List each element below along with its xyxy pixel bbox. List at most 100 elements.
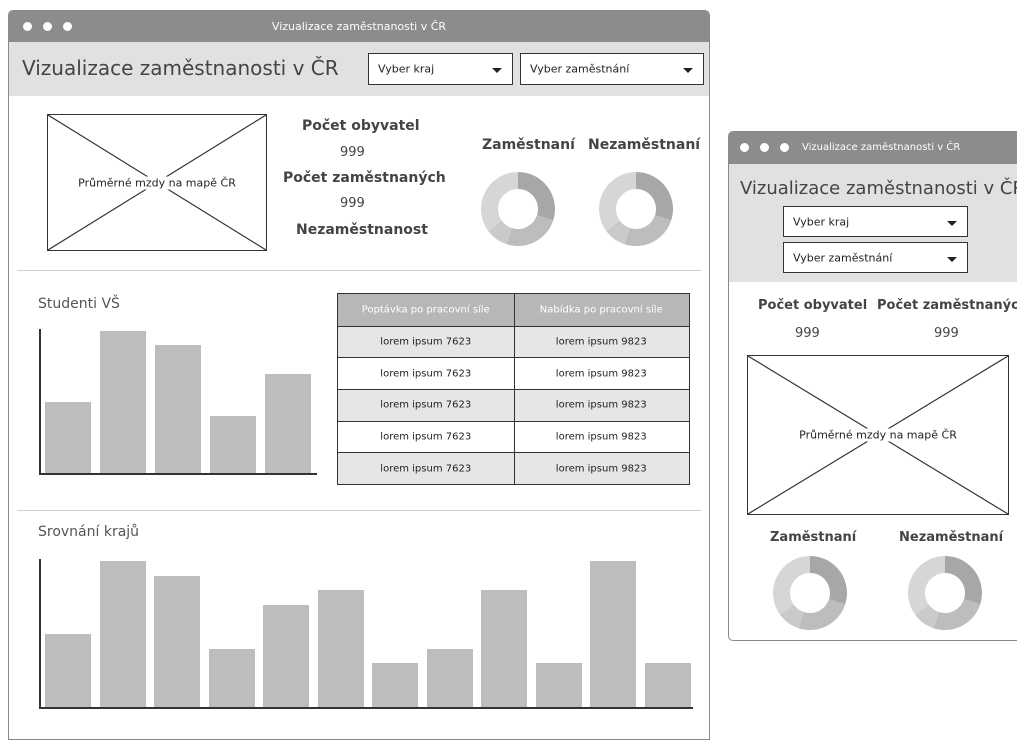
chevron-down-icon [947, 256, 957, 262]
chart-bar[interactable] [154, 575, 200, 707]
table-cell-text: lorem ipsum 9823 [555, 336, 647, 348]
wage-map-placeholder[interactable]: Průměrné mzdy na mapě ČR [747, 355, 1009, 515]
chart-bar[interactable] [155, 345, 201, 473]
wage-map-placeholder[interactable]: Průměrné mzdy na mapě ČR [47, 114, 267, 251]
donut-segment[interactable] [506, 215, 554, 246]
chart-bar[interactable] [535, 663, 582, 707]
donut-segment[interactable] [908, 556, 945, 615]
regions-bar-chart [39, 559, 693, 709]
table-cell: lorem ipsum 7623 [338, 325, 514, 358]
chart-bar[interactable] [99, 561, 146, 707]
chart-bar[interactable] [481, 590, 527, 707]
chart-bar[interactable] [590, 561, 636, 707]
window-title: Vizualizace zaměstnanosti v ČR [271, 20, 447, 33]
employed-value: 999 [340, 196, 365, 211]
donut-segment[interactable] [945, 556, 982, 605]
occupation-select-value: Vyber zaměstnání [530, 62, 630, 76]
table-cell-text: lorem ipsum 7623 [380, 368, 472, 380]
table-cell: lorem ipsum 7623 [338, 452, 514, 484]
table-cell-text: lorem ipsum 9823 [555, 399, 647, 411]
chart-bar[interactable] [208, 648, 255, 707]
table-cell: lorem ipsum 9823 [513, 357, 689, 389]
region-select-value: Vyber kraj [793, 215, 850, 228]
x-axis [39, 707, 693, 709]
desktop-window: Vizualizace zaměstnanosti v ČR Vizualiza… [8, 10, 710, 740]
donut-employed-label: Zaměstnaní [770, 530, 857, 545]
donut-chart-unemployed [599, 172, 673, 246]
chart-bar[interactable] [263, 604, 309, 707]
chart-bar[interactable] [45, 402, 91, 473]
region-select[interactable]: Vyber kraj [368, 53, 513, 85]
section-divider [17, 510, 701, 511]
chart-bar[interactable] [372, 663, 418, 707]
app-header: Vizualizace zaměstnanosti v ČR Vyber kra… [9, 42, 709, 96]
labour-table: Poptávka po pracovní síle Nabídka po prac… [337, 293, 690, 485]
table-header-cell: Poptávka po pracovní síle [338, 294, 514, 326]
donut-segment[interactable] [810, 556, 847, 605]
mobile-titlebar: Vizualizace zaměstnanosti v ČR [729, 132, 1017, 164]
table-cell-text: lorem ipsum 7623 [380, 431, 472, 443]
page-title: Vizualizace zaměstnanosti v ČR [740, 178, 1017, 199]
table-cell: lorem ipsum 7623 [338, 420, 514, 453]
table-cell-text: lorem ipsum 7623 [380, 336, 472, 348]
table-cell: lorem ipsum 9823 [513, 420, 689, 453]
table-cell-text: lorem ipsum 7623 [380, 399, 472, 411]
chevron-down-icon [947, 220, 957, 226]
population-label: Počet obyvatel [758, 298, 868, 313]
unemployment-label: Nezaměstnanost [296, 222, 428, 238]
population-label: Počet obyvatel [302, 118, 420, 134]
mobile-app-header: Vizualizace zaměstnanosti v ČR Vyber kra… [729, 164, 1017, 282]
donut-employed-label: Zaměstnaní [482, 137, 575, 153]
donut-chart-employed [773, 556, 847, 630]
chart-bar[interactable] [210, 416, 256, 473]
table-cell-text: lorem ipsum 9823 [555, 431, 647, 443]
chart-bar[interactable] [100, 331, 146, 473]
employed-label: Počet zaměstnaných [877, 298, 1017, 313]
donut-segment[interactable] [481, 172, 518, 231]
region-select[interactable]: Vyber kraj [783, 206, 968, 237]
table-cell: lorem ipsum 9823 [513, 452, 689, 484]
map-label: Průměrné mzdy na mapě ČR [798, 428, 958, 442]
page-title: Vizualizace zaměstnanosti v ČR [22, 56, 339, 80]
window-minimize-dot[interactable] [760, 143, 769, 152]
occupation-select[interactable]: Vyber zaměstnání [520, 53, 704, 85]
donut-segment[interactable] [518, 172, 555, 221]
donut-segment[interactable] [933, 599, 981, 630]
donut-segment[interactable] [798, 599, 846, 630]
table-cell: lorem ipsum 9823 [513, 325, 689, 358]
table-cell-text: lorem ipsum 9823 [555, 463, 647, 475]
section-divider [17, 270, 701, 271]
chevron-down-icon [492, 68, 502, 73]
population-value: 999 [340, 145, 365, 160]
donut-segment[interactable] [773, 556, 810, 615]
window-close-dot[interactable] [740, 143, 749, 152]
donut-unemployed-label: Nezaměstnaní [588, 137, 701, 153]
chart-bar[interactable] [644, 663, 691, 707]
employed-label: Počet zaměstnaných [283, 170, 446, 186]
table-cell: lorem ipsum 9823 [513, 389, 689, 421]
chart-bar[interactable] [426, 648, 473, 707]
donut-unemployed-label: Nezaměstnaní [899, 530, 1004, 545]
students-chart-title: Studenti VŠ [38, 296, 120, 312]
employed-value: 999 [934, 326, 959, 341]
students-bar-chart [39, 329, 317, 475]
occupation-select[interactable]: Vyber zaměstnání [783, 242, 968, 273]
x-axis [39, 473, 317, 475]
chart-bar[interactable] [45, 634, 91, 707]
chart-bar[interactable] [265, 373, 311, 473]
regions-chart-title: Srovnání krajů [38, 524, 140, 540]
y-axis [39, 329, 41, 475]
donut-segment[interactable] [636, 172, 673, 221]
donut-segment[interactable] [599, 172, 636, 231]
y-axis [39, 559, 41, 709]
table-cell: lorem ipsum 7623 [338, 389, 514, 421]
table-header-cell: Nabídka po pracovní síle [513, 294, 689, 326]
table-cell: lorem ipsum 7623 [338, 357, 514, 389]
chart-bar[interactable] [317, 590, 364, 707]
table-cell-text: lorem ipsum 7623 [380, 463, 472, 475]
donut-chart-unemployed [908, 556, 982, 630]
window-title: Vizualizace zaměstnanosti v ČR [802, 142, 961, 153]
window-maximize-dot[interactable] [780, 143, 789, 152]
occupation-select-value: Vyber zaměstnání [793, 251, 893, 264]
donut-segment[interactable] [624, 215, 672, 246]
